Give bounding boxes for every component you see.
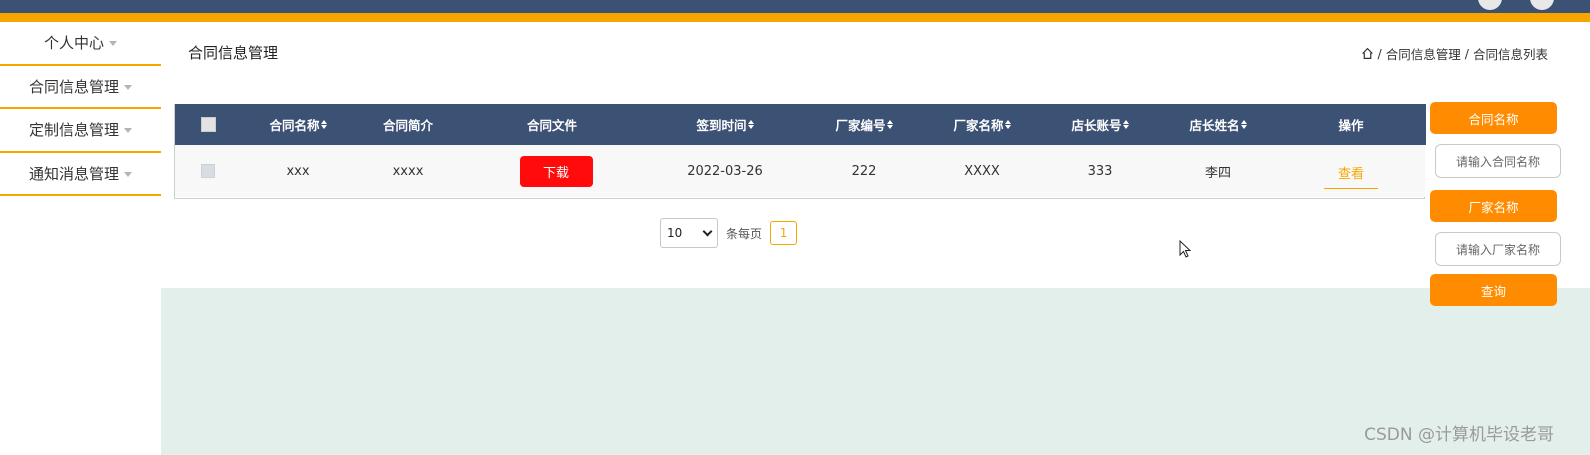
sidebar-item-label: 通知消息管理 xyxy=(28,164,119,183)
per-page-label: 条每页 xyxy=(726,226,763,241)
cell-factory-name: XXXX xyxy=(964,163,1000,179)
watermark: CSDN @计算机毕设老哥 xyxy=(1364,425,1554,445)
sort-icon[interactable] xyxy=(320,120,327,129)
column-header-contract-file: 合同文件 xyxy=(526,118,577,133)
factory-name-label-button[interactable]: 厂家名称 xyxy=(1430,190,1557,222)
view-link[interactable]: 查看 xyxy=(1323,163,1378,189)
caret-down-icon xyxy=(124,128,132,134)
cell-contract-name: xxx xyxy=(286,163,310,179)
cell-manager-account: 333 xyxy=(1087,163,1113,179)
user-avatar-icon[interactable] xyxy=(1478,0,1502,10)
cell-manager-name: 李四 xyxy=(1204,165,1231,181)
cell-contract-intro: xxxx xyxy=(392,163,424,179)
cell-sign-time: 2022-03-26 xyxy=(687,163,763,179)
column-header-factory-no[interactable]: 厂家编号 xyxy=(819,104,909,145)
sidebar-item-custom-management[interactable]: 定制信息管理 xyxy=(0,109,161,153)
sidebar-item-label: 合同信息管理 xyxy=(28,77,119,96)
sidebar-item-personal-center[interactable]: 个人中心 xyxy=(0,22,161,66)
logout-icon[interactable] xyxy=(1530,0,1554,10)
column-header-actions: 操作 xyxy=(1338,118,1364,133)
sort-icon[interactable] xyxy=(747,120,754,129)
sidebar-item-label: 个人中心 xyxy=(43,34,104,53)
table-row: xxx xxxx 下载 2022-03-26 222 XXXX 333 李四 查… xyxy=(175,145,1425,197)
cell-contract-file: 下载 xyxy=(511,145,601,197)
breadcrumb-contract-management[interactable]: 合同信息管理 xyxy=(1386,44,1461,63)
select-all-checkbox[interactable] xyxy=(200,117,216,132)
breadcrumb: / 合同信息管理 / 合同信息列表 xyxy=(1361,44,1548,63)
contract-table: 合同名称 合同简介 合同文件 签到时间 厂家编号 厂家名称 店长账号 店长姓名 … xyxy=(174,104,1426,199)
download-button[interactable]: 下载 xyxy=(519,155,593,187)
column-header-contract-intro: 合同简介 xyxy=(382,118,433,133)
table-header: 合同名称 合同简介 合同文件 签到时间 厂家编号 厂家名称 店长账号 店长姓名 … xyxy=(175,104,1426,145)
top-nav-bar xyxy=(0,0,1590,13)
page-number-button[interactable]: 1 xyxy=(770,221,798,245)
sidebar-item-notice-management[interactable]: 通知消息管理 xyxy=(0,153,161,196)
mouse-cursor-icon xyxy=(1179,240,1191,258)
cell-factory-no: 222 xyxy=(851,163,877,179)
column-header-manager-account[interactable]: 店长账号 xyxy=(1055,104,1145,145)
column-header-sign-time[interactable]: 签到时间 xyxy=(675,104,775,145)
sidebar: 个人中心 合同信息管理 定制信息管理 通知消息管理 xyxy=(0,22,161,455)
page-size-select[interactable]: 10 xyxy=(660,218,718,248)
sort-icon[interactable] xyxy=(1122,120,1129,129)
select-all-cell xyxy=(193,104,223,145)
breadcrumb-separator: / xyxy=(1464,46,1469,61)
caret-down-icon xyxy=(109,41,117,47)
factory-name-input[interactable]: 请输入厂家名称 xyxy=(1435,232,1561,266)
sidebar-item-contract-management[interactable]: 合同信息管理 xyxy=(0,66,161,109)
chevron-down-icon xyxy=(702,226,713,236)
contract-name-label-button[interactable]: 合同名称 xyxy=(1430,102,1557,134)
sidebar-item-label: 定制信息管理 xyxy=(28,121,119,140)
column-header-factory-name[interactable]: 厂家名称 xyxy=(937,104,1027,145)
sort-icon[interactable] xyxy=(1004,120,1011,129)
column-header-manager-name[interactable]: 店长姓名 xyxy=(1173,104,1263,145)
column-header-contract-name[interactable]: 合同名称 xyxy=(253,104,343,145)
query-button[interactable]: 查询 xyxy=(1430,274,1557,306)
page-title: 合同信息管理 xyxy=(188,44,279,62)
cell-actions: 查看 xyxy=(1306,145,1396,197)
sort-icon[interactable] xyxy=(886,120,893,129)
sort-icon[interactable] xyxy=(1240,120,1247,129)
caret-down-icon xyxy=(124,84,132,90)
contract-name-input[interactable]: 请输入合同名称 xyxy=(1435,144,1561,178)
pagination: 10 条每页 1 xyxy=(660,218,798,248)
main-content: 合同信息管理 / 合同信息管理 / 合同信息列表 合同名称 合同简介 合同文件 xyxy=(161,22,1590,455)
caret-down-icon xyxy=(124,171,132,177)
home-icon[interactable] xyxy=(1361,47,1374,60)
row-checkbox[interactable] xyxy=(201,164,215,178)
row-select-cell xyxy=(193,145,223,197)
top-accent-stripe xyxy=(0,13,1590,22)
breadcrumb-separator: / xyxy=(1377,46,1382,61)
breadcrumb-contract-list: 合同信息列表 xyxy=(1472,47,1548,62)
